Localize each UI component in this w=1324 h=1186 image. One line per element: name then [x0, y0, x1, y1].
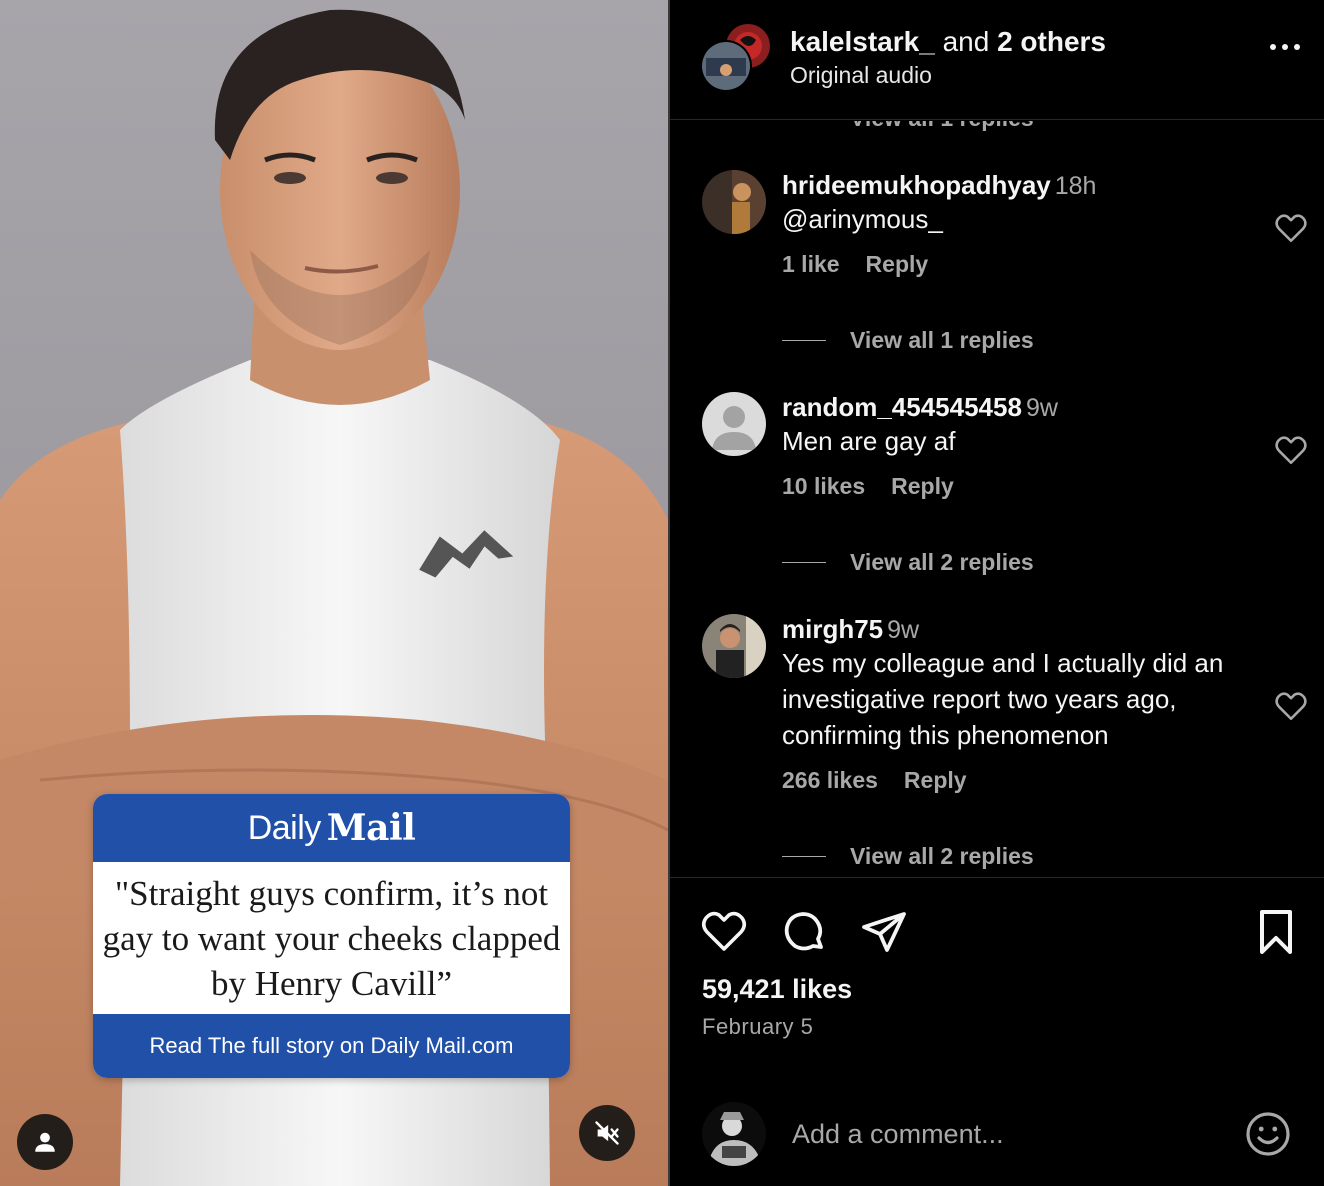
speaker-muted-icon: [595, 1121, 619, 1145]
author-avatars[interactable]: [698, 22, 778, 94]
others-link: 2 others: [997, 26, 1107, 57]
person-icon: [35, 1132, 55, 1152]
reel-media[interactable]: Daily Mail "Straight guys confirm, it’s n…: [0, 0, 668, 1186]
heart-icon[interactable]: [1274, 212, 1308, 244]
author-username: kalelstark_: [790, 26, 935, 57]
share-paper-plane-icon[interactable]: [860, 908, 908, 956]
add-comment-bar: [670, 1090, 1324, 1186]
post-authors[interactable]: kalelstark_ and 2 others: [790, 26, 1106, 58]
avatar[interactable]: [702, 392, 766, 456]
headline-quote: "Straight guys confirm, it’s not gay to …: [102, 873, 561, 1003]
mute-button[interactable]: [579, 1105, 635, 1161]
current-user-avatar: [702, 1102, 766, 1166]
emoji-icon[interactable]: [1244, 1110, 1292, 1158]
daily-mail-logo: Daily Mail: [93, 794, 570, 862]
post-panel: kalelstark_ and 2 others Original audio …: [670, 0, 1324, 1186]
comment-likes[interactable]: 1 like: [782, 251, 840, 278]
action-bar: [700, 908, 1300, 956]
actions-divider: [670, 877, 1324, 878]
comment-time: 9w: [1025, 394, 1058, 422]
avatar[interactable]: [702, 170, 766, 234]
comment-input[interactable]: [792, 1112, 1212, 1156]
comment-username[interactable]: mirgh75: [782, 614, 883, 644]
view-replies-link[interactable]: View all 1 replies: [782, 327, 1034, 354]
card-footer: Read The full story on Daily Mail.com: [93, 1014, 570, 1078]
view-replies-link[interactable]: View all 1 replies: [850, 121, 1034, 132]
comment-likes[interactable]: 266 likes: [782, 767, 878, 794]
comment-username[interactable]: hrideemukhopadhyay: [782, 170, 1051, 200]
audio-label[interactable]: Original audio: [790, 62, 1106, 89]
heart-icon[interactable]: [1274, 434, 1308, 466]
reply-button[interactable]: Reply: [866, 251, 929, 278]
comment-text[interactable]: Yes my colleague and I actually did an i…: [782, 645, 1242, 753]
more-options-icon[interactable]: [1270, 44, 1300, 50]
comment-bubble-icon[interactable]: [780, 908, 828, 956]
profile-tag-button[interactable]: [17, 1114, 73, 1170]
post-header: kalelstark_ and 2 others Original audio: [670, 0, 1324, 120]
daily-mail-card: Daily Mail "Straight guys confirm, it’s n…: [93, 794, 570, 1078]
comment-text[interactable]: Men are gay af: [782, 423, 1242, 459]
comment-text[interactable]: @arinymous_: [782, 201, 1242, 237]
view-replies-link[interactable]: View all 2 replies: [782, 843, 1034, 870]
reply-button[interactable]: Reply: [904, 767, 967, 794]
reply-button[interactable]: Reply: [891, 473, 954, 500]
post-date: February 5: [702, 1014, 814, 1039]
comment-time: 9w: [887, 616, 920, 644]
comment-time: 18h: [1054, 172, 1097, 200]
view-replies-link[interactable]: View all 2 replies: [782, 549, 1034, 576]
avatar[interactable]: [702, 614, 766, 678]
bookmark-icon[interactable]: [1254, 908, 1298, 956]
comment-likes[interactable]: 10 likes: [782, 473, 865, 500]
comments-list[interactable]: View all 1 replies hrideemukhopadhyay18h…: [670, 121, 1324, 877]
heart-icon[interactable]: [1274, 690, 1308, 722]
like-heart-icon[interactable]: [700, 908, 748, 954]
comment-username[interactable]: random_454545458: [782, 392, 1022, 422]
likes-count[interactable]: 59,421 likes: [702, 974, 852, 1005]
